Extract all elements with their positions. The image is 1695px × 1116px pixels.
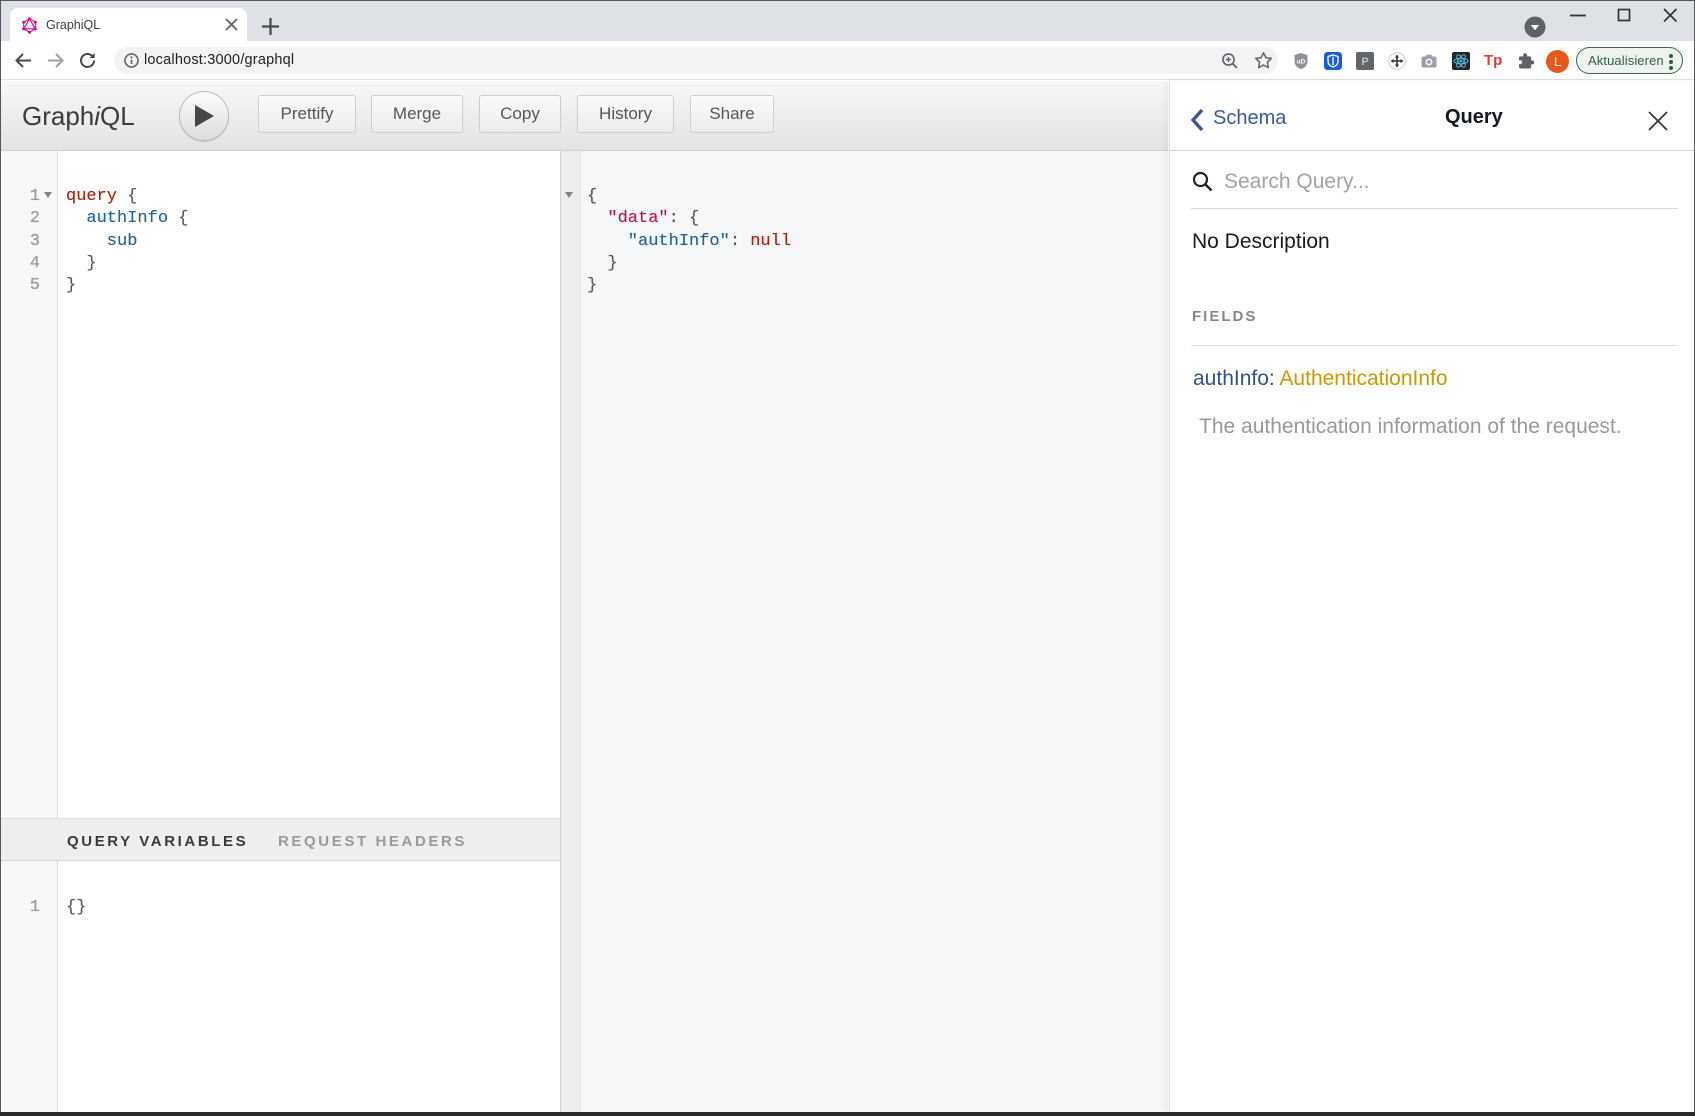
svg-text:uD: uD [1297, 59, 1306, 66]
svg-text:P: P [1361, 56, 1368, 68]
